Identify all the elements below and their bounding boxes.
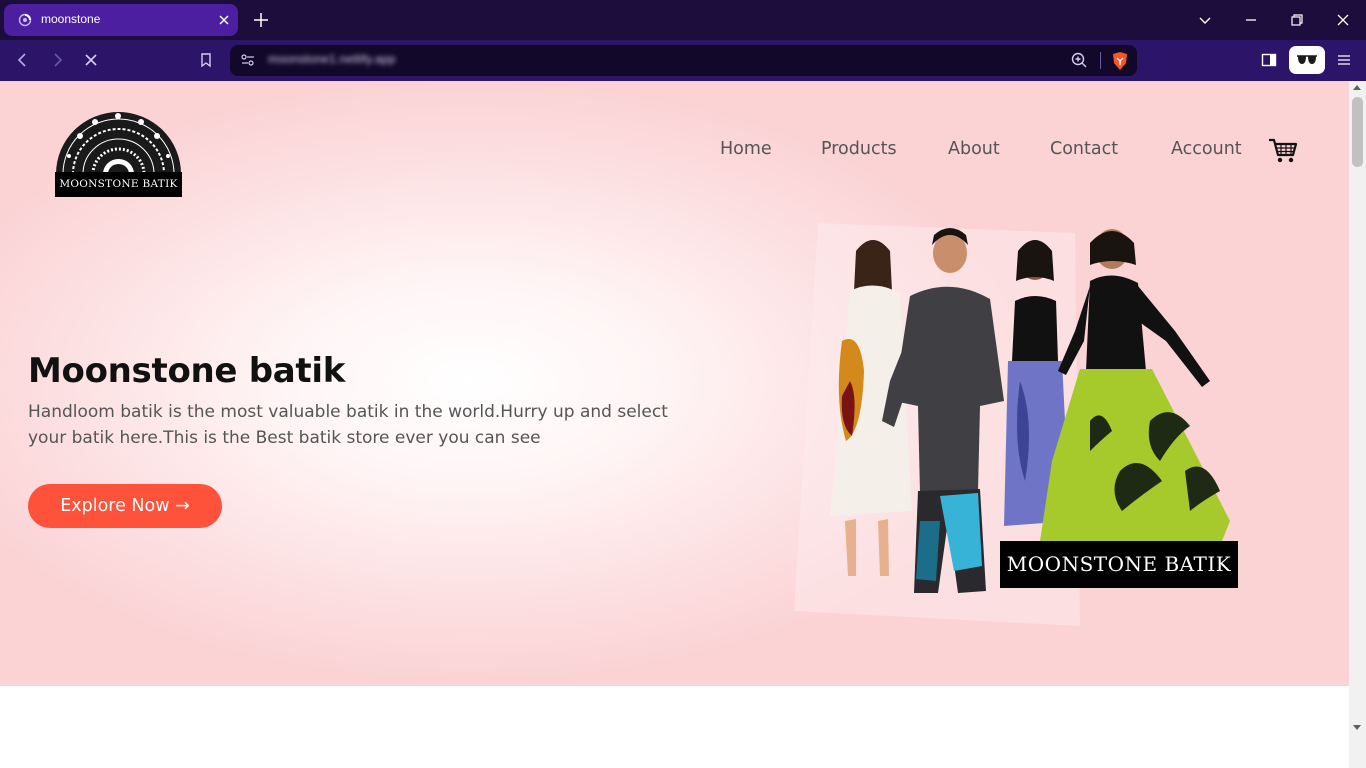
restore-icon[interactable] [1288,11,1306,29]
back-arrow-icon[interactable] [14,51,32,69]
explore-now-button[interactable]: Explore Now → [28,484,222,528]
nav-about[interactable]: About [948,139,1000,159]
zoom-icon[interactable] [1070,51,1088,69]
stop-loading-icon[interactable] [82,51,100,69]
hero-title: Moonstone batik [28,351,346,391]
address-bar[interactable]: moonstone1.netlify.app [230,45,1137,76]
browser-toolbar: moonstone1.netlify.app [0,40,1366,81]
address-bar-divider [1100,52,1101,69]
new-tab-icon[interactable] [252,11,270,29]
logo-emblem-icon [56,111,181,174]
page-scrollbar[interactable] [1349,81,1366,768]
forward-arrow-icon[interactable] [48,51,66,69]
brave-shields-icon[interactable] [1111,51,1129,71]
loading-favicon-icon [18,13,32,27]
scroll-up-arrow-icon[interactable] [1353,85,1361,90]
browser-tab[interactable]: moonstone [4,4,238,36]
hero-description: Handloom batik is the most valuable bati… [28,402,668,448]
close-tab-icon[interactable] [216,12,232,28]
scroll-down-arrow-icon[interactable] [1353,725,1361,730]
logo-text: MOONSTONE BATIK [55,172,182,197]
menu-icon[interactable] [1335,51,1353,69]
hero-section: MOONSTONE BATIK Home Products About Cont… [0,81,1349,686]
scrollbar-thumb[interactable] [1352,97,1363,167]
sidebar-toggle-icon[interactable] [1260,51,1278,69]
site-logo[interactable]: MOONSTONE BATIK [55,106,182,197]
url-text: moonstone1.netlify.app [268,52,396,66]
image-brand-badge: MOONSTONE BATIK [1000,541,1238,588]
cart-icon[interactable] [1268,138,1298,164]
tab-title: moonstone [41,12,101,26]
sunglasses-icon [1297,55,1317,64]
web-page: MOONSTONE BATIK Home Products About Cont… [0,81,1349,768]
browser-tabbar: moonstone [0,0,1366,40]
nav-account[interactable]: Account [1171,139,1242,159]
nav-contact[interactable]: Contact [1050,139,1118,159]
site-settings-icon[interactable] [240,52,256,68]
bookmark-icon[interactable] [197,51,215,69]
reader-extension-button[interactable] [1289,46,1325,74]
tab-search-chevron-icon[interactable] [1196,11,1214,29]
minimize-icon[interactable] [1242,11,1260,29]
close-window-icon[interactable] [1334,11,1352,29]
nav-home[interactable]: Home [720,139,772,159]
nav-products[interactable]: Products [821,139,897,159]
